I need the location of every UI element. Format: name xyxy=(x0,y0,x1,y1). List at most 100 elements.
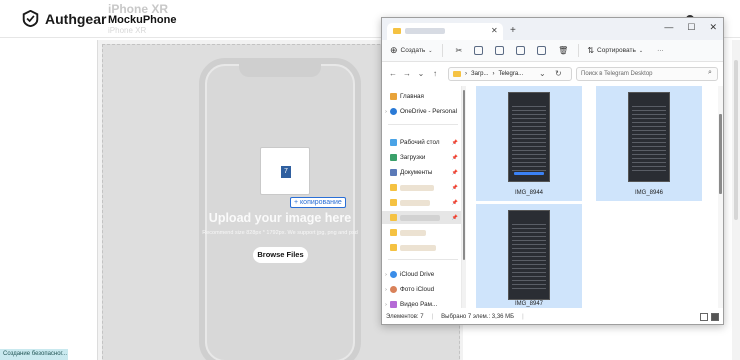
file-thumbnail xyxy=(508,92,550,182)
brand-name: Authgear xyxy=(45,10,107,27)
chevron-right-icon[interactable]: › xyxy=(382,109,390,115)
nav-item-icloud-photos[interactable]: › Фото iCloud xyxy=(382,283,461,296)
file-tile[interactable]: IMG_8947 xyxy=(476,204,582,308)
sort-button[interactable]: ⇅ Сортировать ⌄ xyxy=(587,46,643,55)
nav-item-downloads[interactable]: Загрузки 📌 xyxy=(382,151,461,164)
tiles-view-icon[interactable] xyxy=(711,313,719,321)
image-file-icon: 7 xyxy=(281,166,291,178)
pin-icon: 📌 xyxy=(451,154,458,161)
breadcrumb-downloads[interactable]: Загр... xyxy=(471,71,489,77)
chevron-right-icon[interactable]: › xyxy=(382,287,390,293)
content-scrollbar-thumb[interactable] xyxy=(719,114,722,194)
selection-summary: Выбрано 7 элем.: 3,36 МБ xyxy=(441,314,515,320)
scissors-icon: ✂ xyxy=(455,46,463,55)
delete-button[interactable]: 🗑 xyxy=(558,46,568,55)
address-bar[interactable]: › Загр... › Telegra... xyxy=(448,67,572,81)
pin-icon: 📌 xyxy=(451,139,458,146)
details-view-icon[interactable] xyxy=(700,313,708,321)
authgear-logo[interactable]: Authgear xyxy=(22,10,106,27)
nav-divider xyxy=(388,124,458,125)
nav-item-desktop[interactable]: Рабочий стол 📌 xyxy=(382,136,461,149)
copy-button[interactable] xyxy=(474,46,484,55)
download-arrow-icon xyxy=(390,154,397,161)
pin-icon: 📌 xyxy=(451,169,458,176)
page-scrollbar-thumb[interactable] xyxy=(734,60,738,220)
refresh-icon[interactable]: ↻ xyxy=(555,69,562,78)
product-subtitle-ghost: iPhone XR xyxy=(108,26,147,35)
rename-button[interactable] xyxy=(516,46,526,55)
address-dropdown-icon[interactable]: ⌄ xyxy=(539,69,546,78)
recent-chevron-icon[interactable]: ⌄ xyxy=(414,69,428,78)
chevron-right-icon[interactable]: › xyxy=(382,302,390,308)
nav-item-cut-off[interactable]: › Видео Рам... xyxy=(382,298,461,308)
documents-icon xyxy=(390,169,397,176)
file-tile[interactable]: IMG_8946 xyxy=(596,86,702,201)
explorer-status-bar: Элементов: 7 | Выбрано 7 элем.: 3,36 МБ … xyxy=(382,310,723,324)
file-content-pane: IMG_8944 IMG_8946 IMG_8947 xyxy=(468,86,718,308)
folder-icon xyxy=(453,71,461,77)
nav-item-redacted[interactable]: 📌 xyxy=(382,181,461,194)
search-input[interactable]: Поиск в Telegram Desktop xyxy=(576,67,718,81)
minimize-icon[interactable]: — xyxy=(664,22,673,33)
product-title: MockuPhone xyxy=(108,14,177,26)
video-icon xyxy=(390,301,397,308)
copy-icon xyxy=(474,46,484,55)
file-thumbnail xyxy=(508,210,550,300)
paste-icon xyxy=(495,46,505,55)
nav-label: Загрузки xyxy=(400,154,426,161)
close-window-icon[interactable]: ✕ xyxy=(709,22,717,33)
nav-item-redacted[interactable]: 📌 xyxy=(382,196,461,209)
breadcrumb-separator-icon: › xyxy=(465,71,467,77)
upload-title: Upload your image here xyxy=(208,211,352,225)
forward-arrow-icon[interactable]: → xyxy=(400,69,414,78)
folder-icon xyxy=(393,28,401,34)
paste-button[interactable] xyxy=(495,46,505,55)
nav-item-icloud-drive[interactable]: › iCloud Drive xyxy=(382,268,461,281)
nav-item-home[interactable]: Главная xyxy=(382,90,461,103)
chevron-right-icon[interactable]: › xyxy=(382,272,390,278)
nav-item-selected-redacted[interactable]: 📌 xyxy=(382,211,461,224)
more-options-button[interactable]: ··· xyxy=(657,47,664,54)
nav-label: Видео Рам... xyxy=(400,301,438,308)
nav-item-documents[interactable]: Документы 📌 xyxy=(382,166,461,179)
explorer-tab[interactable]: ✕ xyxy=(387,23,503,40)
create-button[interactable]: ⊕ Создать ⌄ xyxy=(390,45,432,56)
breadcrumb-telegram[interactable]: Telegra... xyxy=(499,71,524,77)
chevron-down-icon: ⌄ xyxy=(428,47,433,54)
folder-icon xyxy=(390,214,397,221)
breadcrumb-separator-icon: › xyxy=(492,71,495,77)
trash-icon: 🗑 xyxy=(558,46,569,55)
nav-label: Фото iCloud xyxy=(400,286,435,293)
tab-close-icon[interactable]: ✕ xyxy=(491,26,498,35)
toolbar-divider xyxy=(442,44,444,57)
file-explorer-window: ✕ + — ☐ ✕ ⊕ Создать ⌄ ✂ 🗑 ⇅ Сортировать … xyxy=(381,17,724,325)
up-arrow-icon[interactable]: ↑ xyxy=(428,69,442,78)
folder-icon xyxy=(390,199,397,206)
file-name: IMG_8944 xyxy=(514,190,544,196)
redacted-label xyxy=(400,199,430,206)
nav-label: iCloud Drive xyxy=(400,271,435,278)
nav-scrollbar-thumb[interactable] xyxy=(463,90,465,260)
cut-button[interactable]: ✂ xyxy=(455,46,462,55)
folder-icon xyxy=(390,184,397,191)
explorer-titlebar: ✕ + — ☐ ✕ xyxy=(382,18,723,40)
nav-item-redacted[interactable] xyxy=(382,241,461,254)
browse-files-button[interactable]: Browse Files xyxy=(253,247,308,263)
redacted-label xyxy=(400,214,440,221)
maximize-icon[interactable]: ☐ xyxy=(687,22,695,33)
file-tile[interactable]: IMG_8944 xyxy=(476,86,582,201)
share-icon xyxy=(537,46,547,55)
desktop-icon xyxy=(390,139,397,146)
dragged-file-thumbnail[interactable]: 7 xyxy=(260,147,310,195)
back-arrow-icon[interactable]: ← xyxy=(386,69,400,78)
home-icon xyxy=(390,93,397,100)
nav-divider xyxy=(388,259,458,260)
create-label: Создать xyxy=(400,47,426,54)
folder-icon xyxy=(390,229,397,236)
share-button[interactable] xyxy=(537,46,547,55)
nav-item-redacted[interactable] xyxy=(382,226,461,239)
copy-drag-tooltip: + копирование xyxy=(290,197,346,208)
new-tab-icon[interactable]: + xyxy=(510,25,516,36)
sort-icon: ⇅ xyxy=(587,46,595,55)
nav-item-onedrive[interactable]: › OneDrive - Personal xyxy=(382,105,461,118)
